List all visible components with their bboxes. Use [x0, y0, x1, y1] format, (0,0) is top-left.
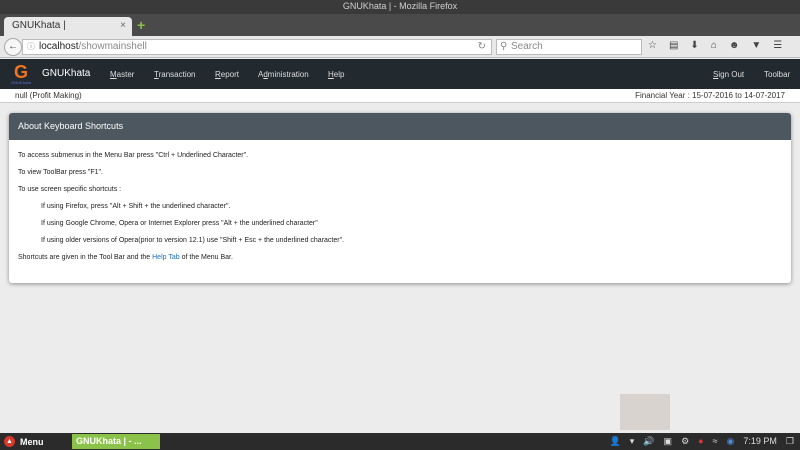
url-path: /showmainshell [78, 41, 147, 52]
menu-transaction[interactable]: Transaction [154, 70, 196, 79]
label: ministration [267, 70, 309, 79]
menu-administration[interactable]: Administration [258, 70, 309, 79]
sign-out-button[interactable]: Sign Out [713, 70, 744, 79]
clipboard-icon[interactable]: ▣ [664, 436, 673, 447]
updates-icon[interactable]: ◉ [727, 436, 735, 447]
gnukhata-logo[interactable]: G GNUKhata [10, 63, 32, 85]
accel: M [110, 70, 117, 79]
shortcut-line: Shortcuts are given in the Tool Bar and … [18, 254, 782, 261]
help-tab-link[interactable]: Help Tab [152, 254, 180, 261]
shortcut-line: To use screen specific shortcuts : [18, 186, 122, 193]
bookmark-star-icon[interactable]: ☆ [648, 40, 657, 51]
logo-sub: GNUKhata [10, 80, 31, 85]
window-title: GNUKhata | - Mozilla Firefox [0, 0, 800, 14]
shortcuts-card: About Keyboard Shortcuts To access subme… [9, 113, 791, 283]
app-navbar: G GNUKhata GNUKhata Master Transaction Re… [0, 59, 800, 89]
brand-name[interactable]: GNUKhata [42, 68, 90, 79]
nav-bar: ← ⓘ localhost/showmainshell ↻ ⚲ Search ☆ ▤ … [0, 36, 800, 58]
financial-year: Financial Year : 15-07-2016 to 14-07-201… [635, 91, 785, 100]
label: elp [333, 70, 345, 79]
menu-master[interactable]: Master [110, 70, 134, 79]
reload-icon[interactable]: ↻ [478, 40, 486, 54]
search-icon: ⚲ [500, 41, 508, 52]
shortcut-line: If using Google Chrome, Opera or Interne… [41, 220, 318, 227]
info-icon[interactable]: ⓘ [27, 40, 35, 54]
url-host: localhost [39, 41, 79, 52]
new-tab-button[interactable]: + [137, 17, 145, 33]
search-input[interactable]: ⚲ Search [496, 39, 642, 55]
shortcut-line: To view ToolBar press "F1". [18, 169, 103, 176]
browser-tab[interactable]: GNUKhata | × [4, 17, 132, 36]
logo-letter: G [13, 62, 28, 82]
menu-report[interactable]: Report [215, 70, 239, 79]
reading-list-icon[interactable]: ▤ [669, 40, 678, 51]
label: ign Out [718, 70, 745, 79]
toolbar-button[interactable]: Toolbar [764, 70, 790, 79]
back-button[interactable]: ← [4, 38, 22, 56]
downloads-icon[interactable]: ⬇ [690, 40, 698, 51]
text: Shortcuts are given in the Tool Bar and … [18, 254, 153, 261]
taskbar-firefox-window[interactable]: GNUKhata | - ... [72, 434, 160, 449]
label: ransaction [158, 70, 196, 79]
info-bar: null (Profit Making) Financial Year : 15… [0, 89, 800, 103]
settings-icon[interactable]: ⚙ [681, 436, 689, 447]
card-title: About Keyboard Shortcuts [9, 113, 791, 140]
home-icon[interactable]: ⌂ [711, 40, 717, 51]
taskbar: ▲ Menu GNUKhata | - ... 👤 ▾ 🔊 ▣ ⚙ ● ≈ ◉ 7… [0, 433, 800, 450]
clock[interactable]: 7:19 PM [743, 436, 777, 447]
url-bar[interactable]: ⓘ localhost/showmainshell ↻ [22, 39, 492, 55]
volume-icon[interactable]: 🔊 [643, 436, 654, 447]
hamburger-menu-icon[interactable]: ☰ [773, 40, 782, 51]
label: eport [220, 70, 240, 79]
org-name: null (Profit Making) [15, 91, 82, 100]
search-placeholder: Search [511, 41, 543, 52]
menu-logo-icon: ▲ [4, 436, 15, 447]
tab-label: GNUKhata | [12, 20, 66, 31]
menu-label: Menu [20, 436, 44, 447]
text: of the Menu Bar. [179, 254, 233, 261]
tab-bar: GNUKhata | × + [0, 14, 800, 36]
show-desktop-icon[interactable]: ❐ [786, 436, 794, 447]
network-icon[interactable]: ▾ [630, 436, 635, 447]
pocket-icon[interactable]: ▼ [751, 40, 761, 51]
hello-icon[interactable]: ☻ [729, 40, 740, 51]
shortcut-line: To access submenus in the Menu Bar press… [18, 152, 249, 159]
shield-icon[interactable]: ● [698, 436, 703, 447]
wifi-icon[interactable]: ≈ [713, 436, 718, 447]
start-menu-button[interactable]: ▲ Menu [4, 436, 44, 447]
close-tab-icon[interactable]: × [120, 20, 126, 31]
label: aster [116, 70, 135, 79]
webcam-overlay [620, 394, 670, 430]
shortcut-line: If using Firefox, press "Alt + Shift + t… [41, 203, 231, 210]
shortcut-line: If using older versions of Opera(prior t… [41, 237, 345, 244]
user-icon[interactable]: 👤 [610, 436, 621, 447]
menu-help[interactable]: Help [328, 70, 344, 79]
